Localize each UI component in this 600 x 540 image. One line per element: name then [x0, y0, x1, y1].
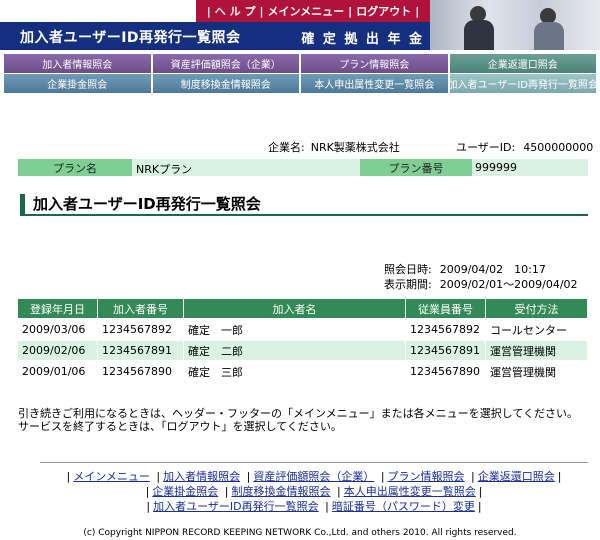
- col-reception-method: 受付方法: [486, 299, 588, 318]
- header-photo: [430, 0, 600, 50]
- plan-name-value: NRKプラン: [136, 163, 193, 176]
- footer-password-change-link[interactable]: 暗証番号（パスワード）変更: [332, 500, 475, 513]
- col-member-number: 加入者番号: [98, 299, 184, 318]
- user-id: ユーザーID: 4500000000: [456, 141, 594, 154]
- col-member-name: 加入者名: [184, 299, 406, 318]
- col-employee-number: 従業員番号: [406, 299, 486, 318]
- footer-asset-valuation-link[interactable]: 資産評価額照会（企業）: [253, 470, 374, 483]
- reference-datetime: 2009/04/02 10:17: [439, 263, 546, 276]
- menu-item-company-contribution[interactable]: 企業掛金照会: [4, 74, 151, 93]
- table-row: 2009/01/06 1234567890 確定 三郎 1234567890 運…: [18, 362, 588, 381]
- table-row: 2009/03/06 1234567892 確定 一郎 1234567892 コ…: [18, 320, 588, 339]
- main-menu-link[interactable]: メインメニュー: [268, 3, 345, 19]
- menu-item-plan-info[interactable]: プラン情報照会: [301, 54, 448, 73]
- table-row: 2009/02/06 1234567891 確定 二郎 1234567891 運…: [18, 341, 588, 360]
- title-bar: 加入者ユーザーID再発行一覧照会 確 定 拠 出 年 金: [0, 22, 430, 50]
- copyright: (c) Copyright NIPPON RECORD KEEPING NETW…: [83, 528, 517, 538]
- display-period: 2009/02/01～2009/04/02: [439, 278, 578, 291]
- footer-attribute-change-link[interactable]: 本人申出属性変更一覧照会: [344, 485, 476, 498]
- plan-name-label: プラン名: [18, 159, 132, 176]
- footer-member-info-link[interactable]: 加入者情報照会: [163, 470, 240, 483]
- nav-menu: 加入者情報照会 資産評価額照会（企業） プラン情報照会 企業返還口照会 企業掛金…: [0, 50, 600, 96]
- system-name: 確 定 拠 出 年 金: [301, 32, 424, 47]
- menu-item-member-info[interactable]: 加入者情報照会: [4, 54, 151, 73]
- plan-bar: プラン名 NRKプラン プラン番号 999999: [18, 159, 588, 176]
- footer-transfer-info-link[interactable]: 制度移換金情報照会: [232, 485, 331, 498]
- menu-item-asset-valuation[interactable]: 資産評価額照会（企業）: [152, 54, 299, 73]
- nav-menu-row-1: 加入者情報照会 資産評価額照会（企業） プラン情報照会 企業返還口照会: [0, 54, 600, 74]
- footer-userid-reissue-link[interactable]: 加入者ユーザーID再発行一覧照会: [153, 500, 319, 513]
- plan-number-label: プラン番号: [360, 159, 472, 176]
- menu-item-userid-reissue[interactable]: 加入者ユーザーID再発行一覧照会: [449, 74, 596, 93]
- company-name: 企業名: NRK製薬株式会社: [268, 141, 400, 154]
- page-title: 加入者ユーザーID再発行一覧照会: [20, 30, 241, 46]
- col-registered-date: 登録年月日: [18, 299, 98, 318]
- footer-main-menu-link[interactable]: メインメニュー: [73, 470, 150, 483]
- date-info: 照会日時: 2009/04/02 10:17 表示期間: 2009/02/01～20…: [384, 263, 578, 291]
- footer-links: | メインメニュー | 加入者情報照会 | 資産評価額照会（企業） | プラン情報照会 …: [40, 462, 588, 514]
- top-bar-blank: [0, 0, 196, 22]
- menu-item-transfer-info[interactable]: 制度移換金情報照会: [152, 74, 299, 93]
- help-link[interactable]: ヘ ル プ: [215, 3, 256, 19]
- logout-link[interactable]: ログアウト: [356, 3, 411, 19]
- menu-item-attribute-change[interactable]: 本人申出属性変更一覧照会: [301, 74, 448, 93]
- plan-number-value: 999999: [475, 161, 517, 174]
- footer-plan-info-link[interactable]: プラン情報照会: [388, 470, 465, 483]
- usage-notes: 引き続きご利用になるときは、ヘッダー・フッターの「メインメニュー」または各メニュ…: [18, 407, 579, 433]
- menu-item-company-refund[interactable]: 企業返還口照会: [449, 54, 596, 73]
- footer-company-refund-link[interactable]: 企業返還口照会: [478, 470, 555, 483]
- section-heading: 加入者ユーザーID再発行一覧照会: [20, 194, 588, 216]
- result-table: 登録年月日 加入者番号 加入者名 従業員番号 受付方法 2009/03/06 1…: [18, 297, 588, 383]
- table-header-row: 登録年月日 加入者番号 加入者名 従業員番号 受付方法: [18, 299, 588, 318]
- top-links: | ヘ ル プ | メインメニュー | ログアウト |: [196, 0, 430, 22]
- top-bar: | ヘ ル プ | メインメニュー | ログアウト |: [0, 0, 430, 22]
- nav-menu-row-2: 企業掛金照会 制度移換金情報照会 本人申出属性変更一覧照会 加入者ユーザーID再…: [0, 74, 600, 94]
- footer-company-contribution-link[interactable]: 企業掛金照会: [152, 485, 218, 498]
